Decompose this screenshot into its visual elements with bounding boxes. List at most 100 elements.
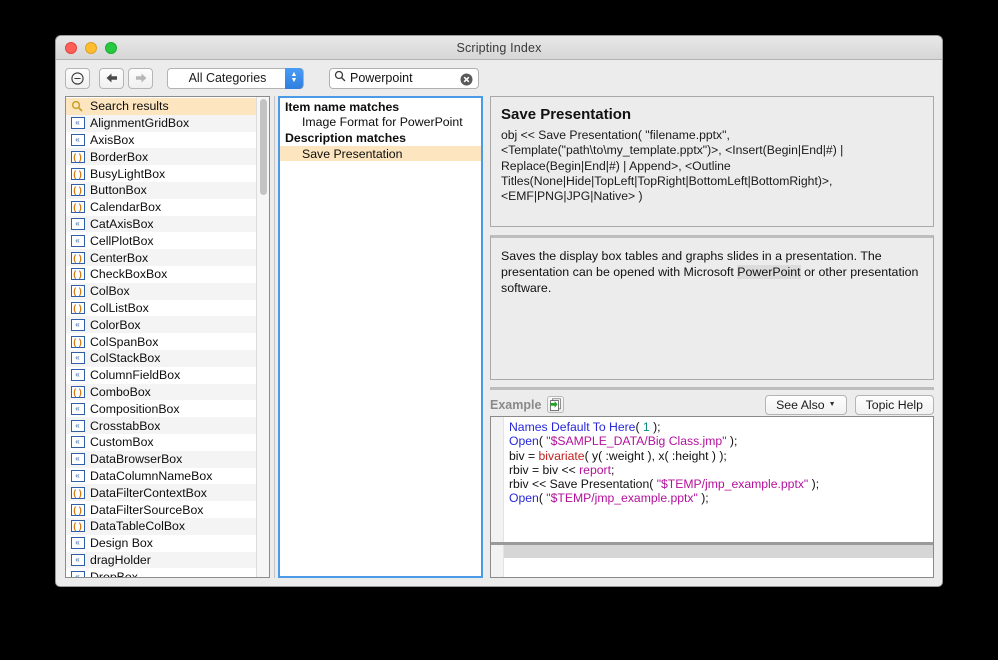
search-matches-pane[interactable]: Item name matches Image Format for PowerP… bbox=[278, 96, 483, 578]
reference-icon: « bbox=[70, 436, 85, 449]
code-token: ; bbox=[610, 462, 615, 477]
sidebar-item-combobox[interactable]: ( ) ComboBox bbox=[66, 383, 256, 401]
sidebar-item-busylightbox[interactable]: ( ) BusyLightBox bbox=[66, 165, 256, 182]
sidebar-item-colspanbox[interactable]: ( ) ColSpanBox bbox=[66, 333, 256, 350]
code-line: Open( "$TEMP/jmp_example.pptx" ); bbox=[509, 491, 933, 505]
back-arrow-icon[interactable] bbox=[99, 67, 124, 89]
code-line: rbiv = biv << report; bbox=[509, 463, 933, 477]
sidebar-item-cellplotbox[interactable]: « CellPlotBox bbox=[66, 232, 256, 250]
sidebar-item-colorbox[interactable]: « ColorBox bbox=[66, 316, 256, 334]
function-icon: ( ) bbox=[70, 520, 85, 533]
reference-icon: « bbox=[70, 352, 85, 365]
see-also-button[interactable]: See Also ▼ bbox=[765, 394, 847, 415]
sidebar-item-checkboxbox[interactable]: ( ) CheckBoxBox bbox=[66, 265, 256, 283]
function-icon: ( ) bbox=[70, 184, 85, 197]
forward-arrow-icon[interactable] bbox=[128, 67, 153, 89]
sidebar-item-alignmentgridbox[interactable]: « AlignmentGridBox bbox=[66, 114, 256, 132]
left-splitter[interactable] bbox=[272, 96, 276, 578]
minus-circle-icon[interactable] bbox=[65, 67, 90, 89]
page-title: Save Presentation bbox=[501, 106, 632, 123]
detail-pane: Save Presentation obj << Save Presentati… bbox=[490, 96, 934, 578]
code-log-area[interactable] bbox=[491, 545, 933, 577]
sidebar-item-label: DataTableColBox bbox=[90, 519, 186, 534]
code-token: ); bbox=[649, 420, 661, 434]
function-icon: ( ) bbox=[70, 285, 85, 298]
code-token: Names Default To Here bbox=[509, 420, 636, 434]
sidebar-item-label: CatAxisBox bbox=[90, 216, 154, 231]
code-token: ( bbox=[635, 420, 643, 434]
topic-help-button[interactable]: Topic Help bbox=[854, 394, 934, 415]
log-content[interactable] bbox=[504, 545, 933, 577]
sidebar-item-datafiltercontextbox[interactable]: ( ) DataFilterContextBox bbox=[66, 484, 256, 502]
clear-circle-icon[interactable] bbox=[460, 73, 473, 91]
sidebar-item-label: Search results bbox=[90, 99, 169, 114]
sidebar-item-label: ColSpanBox bbox=[90, 334, 159, 349]
sidebar-item-databrowserbox[interactable]: « DataBrowserBox bbox=[66, 450, 256, 468]
sidebar-item-collistbox[interactable]: ( ) ColListBox bbox=[66, 299, 256, 317]
sidebar-item-axisbox[interactable]: « AxisBox bbox=[66, 131, 256, 149]
sidebar-item-label: ColStackBox bbox=[90, 351, 161, 366]
code-token: ); bbox=[726, 434, 738, 449]
sidebar-item-design-box[interactable]: « Design Box bbox=[66, 534, 256, 552]
search-input-value[interactable]: Powerpoint bbox=[350, 71, 413, 85]
reference-icon: « bbox=[70, 133, 85, 146]
sidebar-item-buttonbox[interactable]: ( ) ButtonBox bbox=[66, 181, 256, 199]
code-line: rbiv << Save Presentation( "$TEMP/jmp_ex… bbox=[509, 477, 933, 491]
sidebar-item-label: DataFilterSourceBox bbox=[90, 502, 204, 517]
code-text[interactable]: Names Default To Here( 1 ); Open( "$SAMPL… bbox=[504, 417, 933, 542]
sidebar-item-columnfieldbox[interactable]: « ColumnFieldBox bbox=[66, 366, 256, 384]
function-icon: ( ) bbox=[70, 301, 85, 314]
search-field[interactable]: Powerpoint bbox=[329, 67, 479, 91]
code-token: bivariate bbox=[538, 448, 585, 463]
code-token: 1 bbox=[642, 420, 650, 434]
sidebar-item-crosstabbox[interactable]: « CrosstabBox bbox=[66, 417, 256, 434]
sidebar-item-datacolumnnamebox[interactable]: « DataColumnNameBox bbox=[66, 467, 256, 485]
object-list[interactable]: Search results «AlignmentGridBox «AxisBox(… bbox=[66, 97, 256, 577]
sidebar-item-label: ColListBox bbox=[90, 300, 149, 315]
scrollbar-thumb[interactable] bbox=[260, 99, 267, 195]
category-select-value: All Categories bbox=[188, 71, 267, 85]
code-line: biv = bivariate( y( :weight ), x( :heigh… bbox=[509, 449, 933, 463]
code-token: report bbox=[579, 462, 611, 477]
sidebar-item-label: ColorBox bbox=[90, 317, 141, 332]
sidebar-item-label: CrosstabBox bbox=[90, 418, 161, 433]
reference-icon: « bbox=[70, 369, 85, 382]
sidebar-item-compositionbox[interactable]: « CompositionBox bbox=[66, 400, 256, 418]
window-body: Search results «AlignmentGridBox «AxisBox(… bbox=[56, 96, 942, 586]
sidebar-item-dropbox[interactable]: « DropBox bbox=[66, 568, 256, 577]
reference-icon: « bbox=[70, 318, 85, 331]
example-label: Example bbox=[490, 397, 542, 412]
code-editor-main[interactable]: Names Default To Here( 1 ); Open( "$SAMPL… bbox=[491, 417, 933, 542]
sidebar-item-label: ColumnFieldBox bbox=[90, 368, 181, 383]
sidebar-item-centerbox[interactable]: ( ) CenterBox bbox=[66, 249, 256, 266]
example-code-editor[interactable]: Names Default To Here( 1 ); Open( "$SAMPL… bbox=[490, 416, 934, 578]
log-selection-bar bbox=[504, 545, 933, 558]
category-select[interactable]: All Categories ▲ ▼ bbox=[167, 67, 304, 89]
function-icon: ( ) bbox=[70, 167, 85, 180]
sidebar-item-borderbox[interactable]: ( ) BorderBox bbox=[66, 148, 256, 166]
sidebar-item-cataxisbox[interactable]: « CatAxisBox bbox=[66, 215, 256, 233]
navigation-buttons bbox=[99, 67, 153, 89]
match-list-item[interactable]: Save Presentation bbox=[280, 145, 481, 162]
sidebar-item-datafiltersourcebox[interactable]: ( ) DataFilterSourceBox bbox=[66, 501, 256, 518]
match-list-item[interactable]: Image Format for PowerPoint bbox=[280, 115, 481, 131]
sidebar-item-dragholder[interactable]: « dragHolder bbox=[66, 551, 256, 569]
syntax-text: obj << Save Presentation( "filename.pptx… bbox=[501, 128, 844, 204]
sidebar-item-search-results[interactable]: Search results bbox=[66, 98, 256, 115]
code-token: rbiv << Save Presentation( bbox=[509, 477, 657, 492]
code-token: rbiv = biv << bbox=[509, 462, 580, 477]
sidebar-item-datatablecolbox[interactable]: ( ) DataTableColBox bbox=[66, 517, 256, 535]
sidebar-item-calendarbox[interactable]: ( ) CalendarBox bbox=[66, 198, 256, 216]
function-icon: ( ) bbox=[70, 251, 85, 264]
sidebar-item-colbox[interactable]: ( ) ColBox bbox=[66, 282, 256, 300]
sidebar-item-colstackbox[interactable]: « ColStackBox bbox=[66, 349, 256, 367]
function-icon: ( ) bbox=[70, 385, 85, 398]
run-script-icon[interactable] bbox=[547, 396, 565, 413]
code-token: ); bbox=[697, 491, 709, 506]
sidebar-item-custombox[interactable]: « CustomBox bbox=[66, 433, 256, 451]
code-token: Open bbox=[509, 434, 539, 449]
chevron-updown-icon: ▲ ▼ bbox=[285, 67, 303, 89]
code-token: "$TEMP/jmp_example.pptx" bbox=[656, 477, 809, 492]
description-highlight: PowerPoint bbox=[737, 265, 801, 280]
object-list-scrollbar[interactable] bbox=[256, 97, 269, 577]
